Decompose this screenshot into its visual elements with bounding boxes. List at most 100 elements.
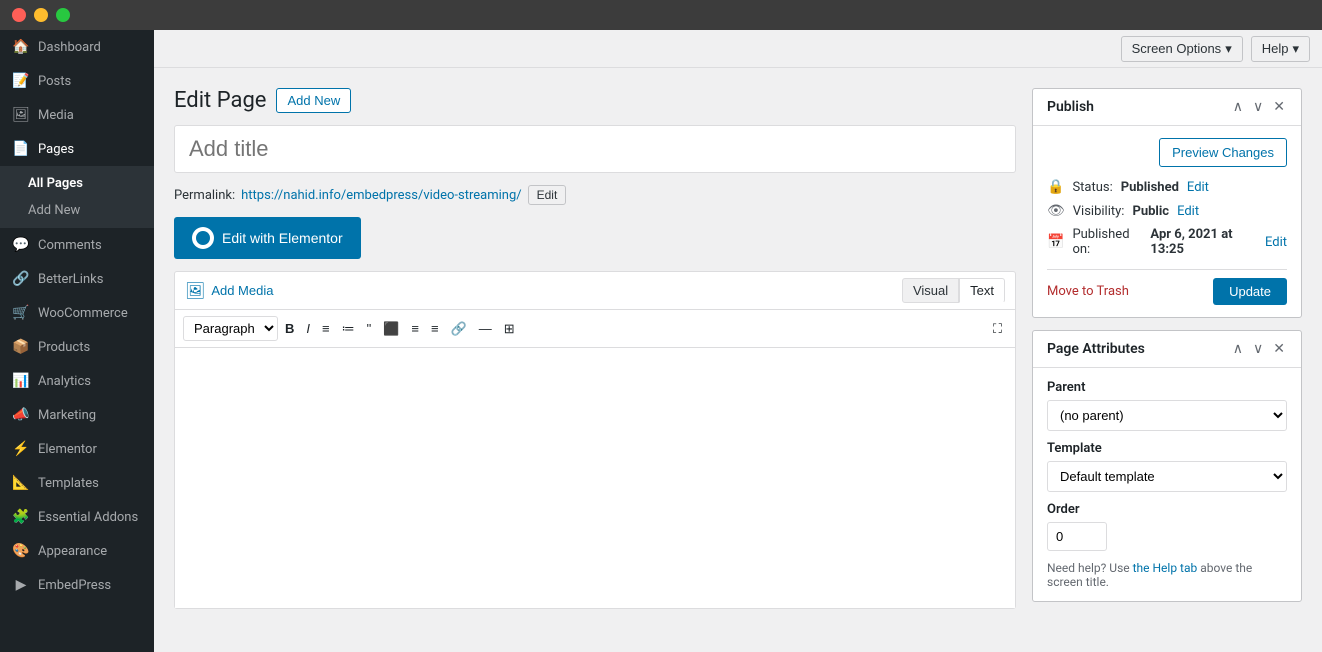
sidebar-item-templates[interactable]: 📐 Templates	[0, 466, 154, 500]
screen-options-button[interactable]: Screen Options ▾	[1121, 36, 1243, 62]
fullscreen-button[interactable]: ⛶	[988, 318, 1007, 340]
sidebar-item-marketing[interactable]: 📣 Marketing	[0, 398, 154, 432]
add-media-label: Add Media	[211, 283, 273, 298]
close-button[interactable]	[12, 8, 26, 22]
elementor-icon: ⚡	[12, 440, 30, 458]
ordered-list-button[interactable]: ≔	[337, 318, 360, 340]
italic-button[interactable]: I	[301, 318, 315, 339]
page-title-input[interactable]	[174, 125, 1016, 173]
publish-panel-body: Preview Changes 🔒 Status: Published Edit…	[1033, 126, 1301, 317]
publish-collapse-up[interactable]: ∧	[1231, 99, 1245, 115]
media-icon: 🖼	[12, 106, 30, 124]
align-center-button[interactable]: ≡	[406, 318, 424, 339]
edit-with-elementor-button[interactable]: Edit with Elementor	[174, 217, 361, 259]
status-row: 🔒 Status: Published Edit	[1047, 179, 1287, 195]
more-button[interactable]: —	[474, 318, 497, 339]
permalink-edit-button[interactable]: Edit	[528, 185, 567, 205]
embedpress-icon: ▶	[12, 576, 30, 594]
analytics-icon: 📊	[12, 372, 30, 390]
minimize-button[interactable]	[34, 8, 48, 22]
sidebar-item-elementor[interactable]: ⚡ Elementor	[0, 432, 154, 466]
published-row: 📅 Published on: Apr 6, 2021 at 13:25 Edi…	[1047, 227, 1287, 257]
align-left-button[interactable]: ⬛	[378, 318, 404, 340]
paragraph-select[interactable]: Paragraph	[183, 316, 278, 341]
help-label: Help	[1262, 41, 1289, 56]
editor-toolbar: Paragraph B I ≡ ≔ " ⬛ ≡ ≡ 🔗 — ⊞ ⛶	[175, 310, 1015, 348]
publish-collapse-down[interactable]: ∨	[1251, 99, 1265, 115]
tab-text[interactable]: Text	[959, 278, 1005, 303]
order-input[interactable]	[1047, 522, 1107, 551]
permalink-url[interactable]: https://nahid.info/embedpress/video-stre…	[241, 188, 521, 203]
sidebar-item-essential-addons[interactable]: 🧩 Essential Addons	[0, 500, 154, 534]
template-row: Template Default template	[1047, 441, 1287, 492]
add-new-page-button[interactable]: Add New	[276, 88, 351, 113]
template-label: Template	[1047, 441, 1287, 456]
sidebar-item-woocommerce[interactable]: 🛒 WooCommerce	[0, 296, 154, 330]
sidebar-item-label: Essential Addons	[38, 510, 138, 525]
tab-visual[interactable]: Visual	[902, 278, 959, 303]
templates-icon: 📐	[12, 474, 30, 492]
titlebar	[0, 0, 1322, 30]
visibility-edit-link[interactable]: Edit	[1177, 204, 1199, 219]
app-container: 🏠 Dashboard 📝 Posts 🖼 Media 📄 Pages All …	[0, 30, 1322, 652]
parent-row: Parent (no parent)	[1047, 380, 1287, 431]
publish-panel-controls: ∧ ∨ ✕	[1231, 99, 1287, 115]
publish-close[interactable]: ✕	[1271, 99, 1287, 115]
help-link[interactable]: the Help tab	[1133, 561, 1198, 575]
publish-footer: Move to Trash Update	[1047, 269, 1287, 305]
sidebar-item-label: Products	[38, 340, 90, 355]
sidebar-item-embedpress[interactable]: ▶ EmbedPress	[0, 568, 154, 602]
page-header: Edit Page Add New	[174, 88, 1016, 113]
preview-changes-button[interactable]: Preview Changes	[1159, 138, 1287, 167]
published-label: Published on:	[1072, 227, 1142, 257]
status-icon: 🔒	[1047, 179, 1064, 195]
attributes-close[interactable]: ✕	[1271, 341, 1287, 357]
move-to-trash-link[interactable]: Move to Trash	[1047, 284, 1129, 299]
maximize-button[interactable]	[56, 8, 70, 22]
sidebar-item-label: Dashboard	[38, 40, 101, 55]
sidebar-item-products[interactable]: 📦 Products	[0, 330, 154, 364]
sidebar-item-label: Analytics	[38, 374, 91, 389]
sidebar-sub-item-add-new[interactable]: Add New	[0, 197, 154, 224]
sidebar-item-appearance[interactable]: 🎨 Appearance	[0, 534, 154, 568]
sidebar-item-label: BetterLinks	[38, 272, 103, 287]
publish-meta: 🔒 Status: Published Edit 👁 Visibility: P…	[1047, 179, 1287, 257]
parent-select[interactable]: (no parent)	[1047, 400, 1287, 431]
sidebar-item-label: Posts	[38, 74, 71, 89]
unordered-list-button[interactable]: ≡	[317, 318, 335, 339]
sidebar-item-betterlinks[interactable]: 🔗 BetterLinks	[0, 262, 154, 296]
align-right-button[interactable]: ≡	[426, 318, 444, 339]
attributes-panel-header: Page Attributes ∧ ∨ ✕	[1033, 331, 1301, 368]
attributes-collapse-down[interactable]: ∨	[1251, 341, 1265, 357]
update-button[interactable]: Update	[1213, 278, 1287, 305]
sidebar-item-comments[interactable]: 💬 Comments	[0, 228, 154, 262]
publish-panel-title: Publish	[1047, 99, 1094, 115]
sidebar-item-label: Comments	[38, 238, 102, 253]
help-button[interactable]: Help ▾	[1251, 36, 1310, 62]
published-icon: 📅	[1047, 234, 1064, 250]
sidebar-item-media[interactable]: 🖼 Media	[0, 98, 154, 132]
editor-body[interactable]	[175, 348, 1015, 608]
template-select[interactable]: Default template	[1047, 461, 1287, 492]
status-edit-link[interactable]: Edit	[1187, 180, 1209, 195]
attributes-collapse-up[interactable]: ∧	[1231, 341, 1245, 357]
published-edit-link[interactable]: Edit	[1265, 235, 1287, 250]
sidebar: 🏠 Dashboard 📝 Posts 🖼 Media 📄 Pages All …	[0, 30, 154, 652]
page-content: Edit Page Add New Permalink: https://nah…	[154, 68, 1322, 652]
comments-icon: 💬	[12, 236, 30, 254]
table-button[interactable]: ⊞	[499, 318, 520, 340]
sidebar-sub-item-all-pages[interactable]: All Pages	[0, 170, 154, 197]
status-label: Status:	[1072, 180, 1112, 195]
main-content: Screen Options ▾ Help ▾ Edit Page Add Ne…	[154, 30, 1322, 652]
sidebar-item-analytics[interactable]: 📊 Analytics	[0, 364, 154, 398]
publish-actions: Preview Changes	[1047, 138, 1287, 167]
sidebar-item-pages[interactable]: 📄 Pages	[0, 132, 154, 166]
add-media-button[interactable]: 🖼 Add Media	[185, 281, 273, 301]
blockquote-button[interactable]: "	[362, 318, 377, 339]
sidebar-item-dashboard[interactable]: 🏠 Dashboard	[0, 30, 154, 64]
sidebar-item-posts[interactable]: 📝 Posts	[0, 64, 154, 98]
bold-button[interactable]: B	[280, 318, 299, 339]
link-button[interactable]: 🔗	[446, 318, 472, 340]
sidebar-item-label: Media	[38, 108, 74, 123]
permalink-bar: Permalink: https://nahid.info/embedpress…	[174, 185, 1016, 205]
